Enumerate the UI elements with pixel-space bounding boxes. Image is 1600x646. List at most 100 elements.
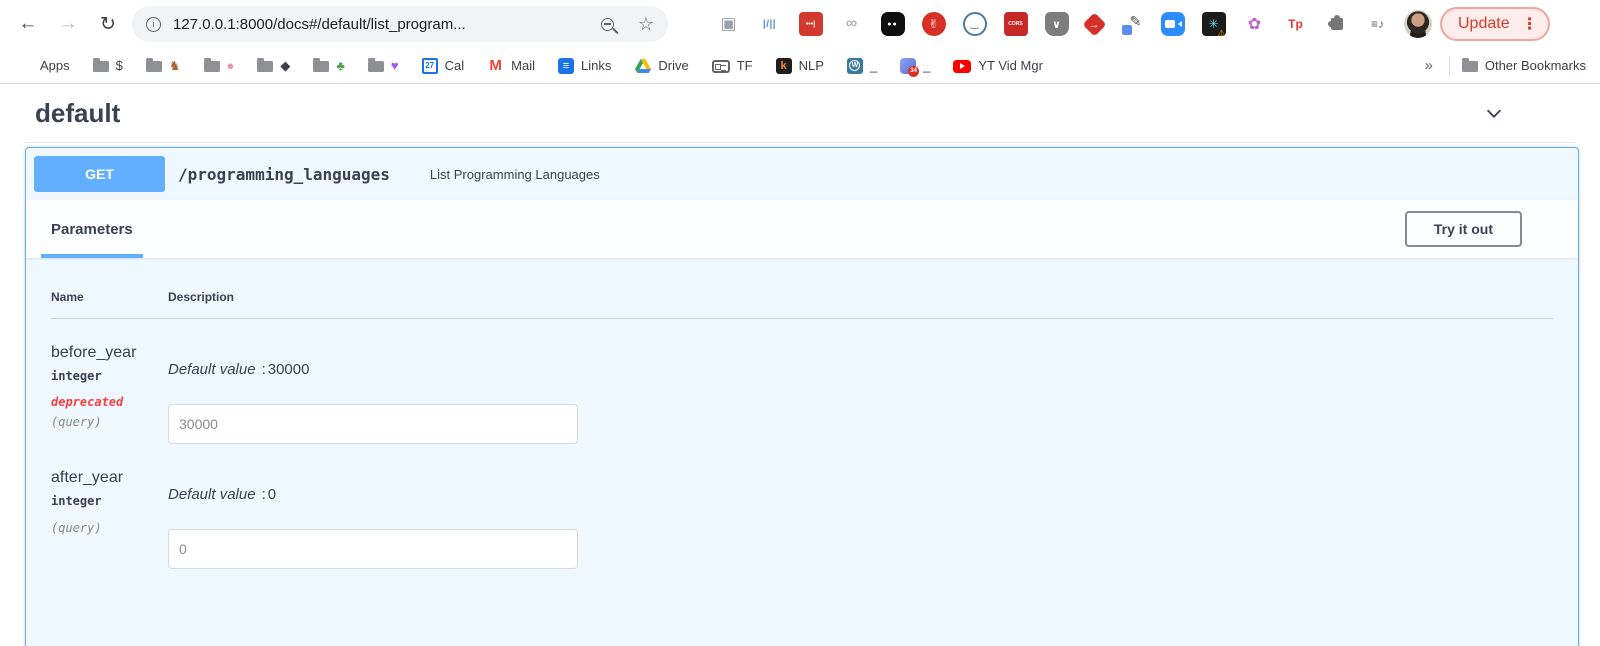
param-name: after_year <box>51 469 168 487</box>
cors-icon[interactable]: CORS <box>1004 12 1028 36</box>
bookmark-label: ◆ <box>280 58 290 74</box>
bookmark-yt-vid-mgr[interactable]: YT Vid Mgr <box>953 58 1043 73</box>
bookmarks-overflow-chevron[interactable]: » <box>1415 57 1443 74</box>
endpoint-summary: List Programming Languages <box>430 167 600 182</box>
bookmark-label: NLP <box>799 58 824 73</box>
apps-grid-icon <box>18 58 33 73</box>
bookmark-label: $ <box>116 58 123 73</box>
gmail-icon: M <box>487 57 504 74</box>
screen-share-icon[interactable]: ▣ <box>717 12 741 36</box>
folder-icon <box>146 61 162 72</box>
endpoint-path: /programming_languages <box>178 165 390 184</box>
default-value-label: Default value <box>168 361 256 378</box>
bookmark-label: ♞ <box>169 58 181 74</box>
zoom-meeting-icon[interactable] <box>1161 12 1185 36</box>
parameters-label: Parameters <box>51 221 133 238</box>
url-text: 127.0.0.1:8000/docs#/default/list_progra… <box>173 16 601 33</box>
update-button[interactable]: Update ⋮ <box>1440 7 1550 41</box>
tag-title: default <box>35 98 120 129</box>
default-value-text: Default value:0 <box>168 486 1553 503</box>
google-calendar-icon: 27 <box>422 58 438 74</box>
binoculars-icon[interactable]: ∞ <box>840 12 864 36</box>
tp-icon[interactable]: Tp <box>1284 12 1308 36</box>
bookmark-folder-herb[interactable]: ♣ <box>313 58 345 73</box>
bookmark-folder-brain[interactable]: ● <box>204 58 235 73</box>
bookmark-links[interactable]: ≡Links <box>558 58 611 74</box>
back-icon[interactable]: ← <box>16 12 40 36</box>
param-name: before_year <box>51 344 168 362</box>
bookmark-gmail[interactable]: M Mail <box>487 57 535 74</box>
folder-icon <box>257 61 273 72</box>
bookmark-apps[interactable]: Apps <box>18 58 70 73</box>
default-value-separator: : <box>262 361 266 378</box>
stop-hand-icon[interactable]: ✌ <box>922 12 946 36</box>
forward-icon[interactable]: → <box>56 12 80 36</box>
reload-icon[interactable]: ↻ <box>96 12 120 36</box>
wordpress-icon: W <box>847 58 863 74</box>
react-devtools-icon[interactable]: ✳ <box>1202 12 1226 36</box>
chat-bubble-icon[interactable]: ‿ <box>963 12 987 36</box>
lastpass-icon[interactable]: •••| <box>799 12 823 36</box>
zoom-out-icon[interactable] <box>601 18 614 31</box>
bookmark-folder-finance[interactable]: $ <box>93 58 123 73</box>
extensions-row: ▣ |/|| •••| ∞ ●● ✌ ‿ CORS ∨ → ✎ ✳ ✿ Tp ≡♪ <box>708 12 1398 36</box>
table-header-row: Name Description <box>51 290 1553 319</box>
default-value-separator: : <box>262 486 266 503</box>
bookmark-tf[interactable]: TF <box>712 58 753 73</box>
media-queue-icon[interactable]: ≡♪ <box>1366 12 1390 36</box>
share-diamond-icon[interactable]: → <box>1082 12 1106 36</box>
dark-theme-icon[interactable]: ●● <box>881 12 905 36</box>
bookmark-label: YT Vid Mgr <box>978 58 1043 73</box>
parameters-section-header: Parameters Try it out <box>26 200 1578 258</box>
profile-avatar[interactable] <box>1404 10 1432 38</box>
youtube-icon <box>953 60 971 73</box>
card-icon <box>712 60 730 73</box>
browser-menu-icon[interactable]: ⋮ <box>1522 14 1538 34</box>
puzzle-icon[interactable] <box>1325 12 1349 36</box>
color-picker-icon[interactable]: ✎ <box>1120 12 1144 36</box>
param-name-cell: before_year integer deprecated (query) <box>51 319 168 444</box>
bookmark-label: ♣ <box>336 58 345 73</box>
bookmark-folder-carousel[interactable]: ♞ <box>146 58 181 74</box>
bookmark-label: Mail <box>511 58 535 73</box>
description-column-header: Description <box>168 290 234 304</box>
collapse-chevron-icon[interactable] <box>1483 102 1505 124</box>
calendar-badge-icon: 34 <box>900 58 916 74</box>
folder-icon <box>93 61 109 72</box>
opblock-get: GET /programming_languages List Programm… <box>25 147 1579 646</box>
bookmark-kaggle-nlp[interactable]: kNLP <box>776 58 824 74</box>
bookmarks-row: Apps$♞●◆♣♥27CalMMail≡LinksDriveTFkNLPW_3… <box>18 57 1066 74</box>
bookmark-drive[interactable]: Drive <box>634 57 688 74</box>
tab-parameters[interactable]: Parameters <box>51 200 133 258</box>
endpoint-summary-row[interactable]: GET /programming_languages List Programm… <box>26 148 1578 200</box>
bookmark-gcal[interactable]: 27Cal <box>422 58 465 74</box>
bookmark-folder-heart[interactable]: ♥ <box>368 58 399 73</box>
bookmark-cal34[interactable]: 34 _ <box>900 58 930 74</box>
tag-section-header[interactable]: default <box>25 84 1575 143</box>
pocket-icon[interactable]: ∨ <box>1045 12 1069 36</box>
bookmark-wordpress[interactable]: W_ <box>847 58 877 74</box>
bookmark-star-icon[interactable]: ☆ <box>638 14 654 35</box>
browser-toolbar: ← → ↻ i 127.0.0.1:8000/docs#/default/lis… <box>0 0 1600 48</box>
bookmark-label: Links <box>581 58 611 73</box>
bookmark-folder-graduation[interactable]: ◆ <box>257 58 290 74</box>
param-location: (query) <box>51 521 168 535</box>
bookmark-label: ● <box>227 58 235 73</box>
bookmark-label: ♥ <box>391 58 399 73</box>
before-year-input[interactable] <box>168 404 578 444</box>
bookmarks-bar: Apps$♞●◆♣♥27CalMMail≡LinksDriveTFkNLPW_3… <box>0 48 1600 84</box>
param-name-cell: after_year integer (query) <box>51 444 168 569</box>
update-label: Update <box>1458 15 1510 33</box>
flower-icon[interactable]: ✿ <box>1243 12 1267 36</box>
param-type: integer <box>51 369 168 383</box>
folder-icon <box>368 61 384 72</box>
site-info-icon[interactable]: i <box>146 17 161 32</box>
wayback-machine-icon[interactable]: |/|| <box>758 12 782 36</box>
method-badge: GET <box>34 156 165 192</box>
try-it-out-button[interactable]: Try it out <box>1405 211 1522 247</box>
other-bookmarks[interactable]: Other Bookmarks <box>1462 58 1586 73</box>
url-bar[interactable]: i 127.0.0.1:8000/docs#/default/list_prog… <box>132 6 668 42</box>
bookmark-label: _ <box>923 58 930 73</box>
param-type: integer <box>51 494 168 508</box>
after-year-input[interactable] <box>168 529 578 569</box>
